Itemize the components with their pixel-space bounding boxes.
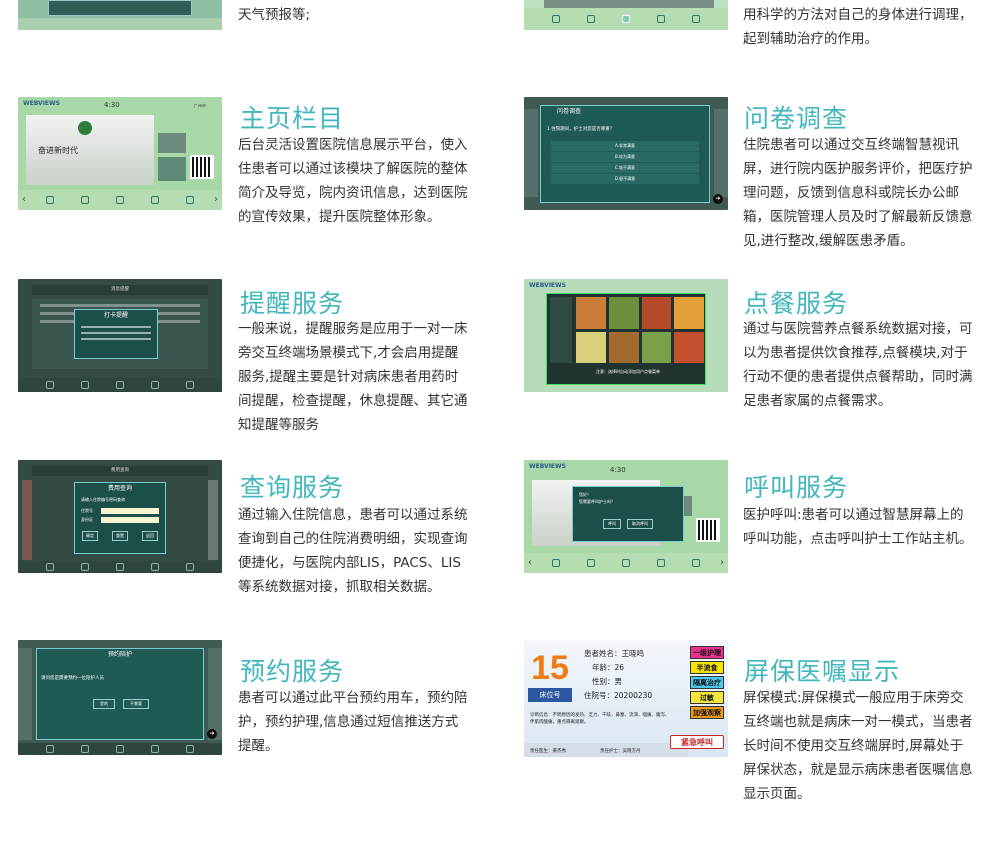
- feature-desc: 患者可以通过此平台预约用车，预约陪护，预约护理,信息通过短信推送方式提醒。: [238, 690, 468, 754]
- doctor-name: 责任医生：黄杰秀: [530, 749, 566, 754]
- survey-question: 1.住院期间，护士对您是否尊重？: [547, 127, 615, 132]
- next-arrow-icon[interactable]: ➔: [713, 194, 723, 204]
- screen-ordering-thumbnail: WEBVIEWS 注意：选择时自动添加用户点餐菜单: [524, 279, 728, 392]
- id-card-input[interactable]: [101, 517, 159, 523]
- care-tag: 半流食: [690, 661, 724, 674]
- booking-prompt: 请问您是需要预约一位陪护人员: [41, 676, 104, 681]
- logo: WEBVIEWS: [529, 463, 566, 470]
- bed-label: 床位号: [528, 688, 572, 702]
- feature-desc: 医护呼叫:患者可以通过智慧屏幕上的呼叫功能，点击呼叫护士工作站主机。: [743, 507, 973, 547]
- emergency-call-button[interactable]: 紧急呼叫: [670, 735, 724, 749]
- feature-title: 呼叫服务: [744, 473, 849, 502]
- feature-desc: 屏保模式:屏保模式一般应用于床旁交互终端也就是病床一对一模式，当患者长时间不使用…: [743, 690, 973, 802]
- admission-number: 住院号：20200230: [584, 691, 653, 700]
- survey-option[interactable]: D.很不满意: [551, 174, 699, 184]
- field-label: 身份证: [81, 517, 93, 522]
- screen-reminder-thumbnail: 消息提醒 打卡提醒: [18, 279, 222, 392]
- dialog-title: 打卡提醒: [75, 310, 157, 322]
- reset-button[interactable]: 重置: [112, 531, 128, 541]
- feature-desc: 住院患者可以通过交互终端智慧视讯屏，进行院内医护服务评价，把医疗护理问题，反馈到…: [743, 137, 973, 249]
- dialog-title: 费用查询: [75, 483, 165, 495]
- patient-age: 年龄：26: [592, 663, 625, 672]
- screen-booking-thumbnail: 预约陪护 请问您是需要预约一位陪护人员 是的 不需要 ➔: [18, 640, 222, 755]
- survey-option[interactable]: A.非常满意: [551, 141, 699, 151]
- care-tag: 加强观察: [690, 706, 724, 719]
- feature-desc: 通过输入住院信息，患者可以通过系统查询到自己的住院消费明细，实现查询便捷化，与医…: [238, 507, 468, 595]
- feature-title: 查询服务: [240, 473, 345, 502]
- feature-desc: 一般来说，提醒服务是应用于一对一床旁交互终端场景模式下,才会启用提醒服务,提醒主…: [238, 321, 468, 433]
- patient-gender: 性别：男: [592, 677, 622, 686]
- feature-title: 屏保医嘱显示: [744, 657, 901, 686]
- dialog-title: 问卷调查: [541, 106, 709, 118]
- feature-desc: 用科学的方法对自己的身体进行调理，起到辅助治疗的作用。: [743, 7, 973, 47]
- screen-screensaver-thumbnail: 15 床位号 患者姓名：王晓鸣 年龄：26 性别：男 住院号：20200230 …: [524, 640, 728, 757]
- feature-title: 问卷调查: [744, 104, 849, 133]
- feature-title: 提醒服务: [240, 289, 345, 318]
- banner-text: 奋进新时代: [38, 146, 78, 155]
- logo: WEBVIEWS: [23, 100, 60, 107]
- screen-query-thumbnail: 费用查询 费用查询 请输入住院编号密码查询 住院号 身份证 确定 重置 返回: [18, 460, 222, 573]
- field-label: 住院号: [81, 508, 93, 513]
- bed-number: 15: [531, 649, 569, 687]
- screen-call-thumbnail: WEBVIEWS 4:30 您好！ 您需要呼叫护士吗？ 呼叫 取消呼叫 ‹ ›: [524, 460, 728, 573]
- query-header: 费用查询: [32, 466, 208, 476]
- care-tag: 一级护理: [690, 646, 724, 659]
- clock: 4:30: [610, 466, 626, 474]
- diagnosis-info: 诊断信息：不明原因的发热、乏力、干咳，鼻塞、流涕、咽痛、腹泻、伴肌肉酸痛，重点隔…: [530, 713, 670, 725]
- feature-desc: 后台灵活设置医院信息展示平台，使入住患者可以通过该模块了解医院的整体简介及导览，…: [238, 137, 468, 225]
- cancel-call-button[interactable]: 取消呼叫: [627, 519, 653, 529]
- back-button[interactable]: 返回: [142, 531, 158, 541]
- feature-desc: 通过与医院营养点餐系统数据对接，可以为患者提供饮食推荐,点餐模块,对于行动不便的…: [743, 321, 973, 409]
- care-tag: 隔离治疗: [690, 676, 724, 689]
- survey-option[interactable]: B.较为满意: [551, 152, 699, 162]
- decline-button[interactable]: 不需要: [123, 699, 149, 709]
- admission-number-input[interactable]: [101, 508, 159, 514]
- dialog-title: 预约陪护: [37, 649, 203, 661]
- reminder-header: 消息提醒: [32, 285, 208, 295]
- patient-name: 患者姓名：王晓鸣: [584, 649, 644, 658]
- call-nurse-button[interactable]: 呼叫: [603, 519, 621, 529]
- screen-survey-thumbnail: 问卷调查 1.住院期间，护士对您是否尊重？ A.非常满意 B.较为满意 C.较不…: [524, 97, 728, 210]
- feature-title: 点餐服务: [744, 289, 849, 318]
- screen-homepage-thumbnail: WEBVIEWS 4:30 广州市 奋进新时代 ‹ ›: [18, 97, 222, 210]
- screen-weather-thumbnail: [18, 0, 222, 30]
- care-tag: 过敏: [690, 691, 724, 704]
- feature-desc: 天气预报等;: [238, 7, 311, 23]
- feature-title: 主页栏目: [240, 104, 345, 133]
- care-tags: 一级护理半流食隔离治疗过敏加强观察: [690, 646, 724, 721]
- ordering-footer: 注意：选择时自动添加用户点餐菜单: [596, 369, 660, 374]
- screen-treatment-thumbnail: [524, 0, 728, 30]
- city: 广州市: [194, 103, 206, 108]
- confirm-button[interactable]: 是的: [93, 699, 115, 709]
- next-arrow-icon[interactable]: ➔: [207, 729, 217, 739]
- hospital-emblem-icon: [78, 121, 92, 135]
- feature-title: 预约服务: [240, 657, 345, 686]
- nurse-name: 责任护士：吴晓方丹: [600, 749, 641, 754]
- clock: 4:30: [104, 101, 120, 109]
- query-prompt: 请输入住院编号密码查询: [81, 497, 125, 502]
- confirm-button[interactable]: 确定: [82, 531, 98, 541]
- logo: WEBVIEWS: [529, 282, 566, 289]
- call-greeting: 您好！: [579, 492, 591, 497]
- survey-option[interactable]: C.较不满意: [551, 163, 699, 173]
